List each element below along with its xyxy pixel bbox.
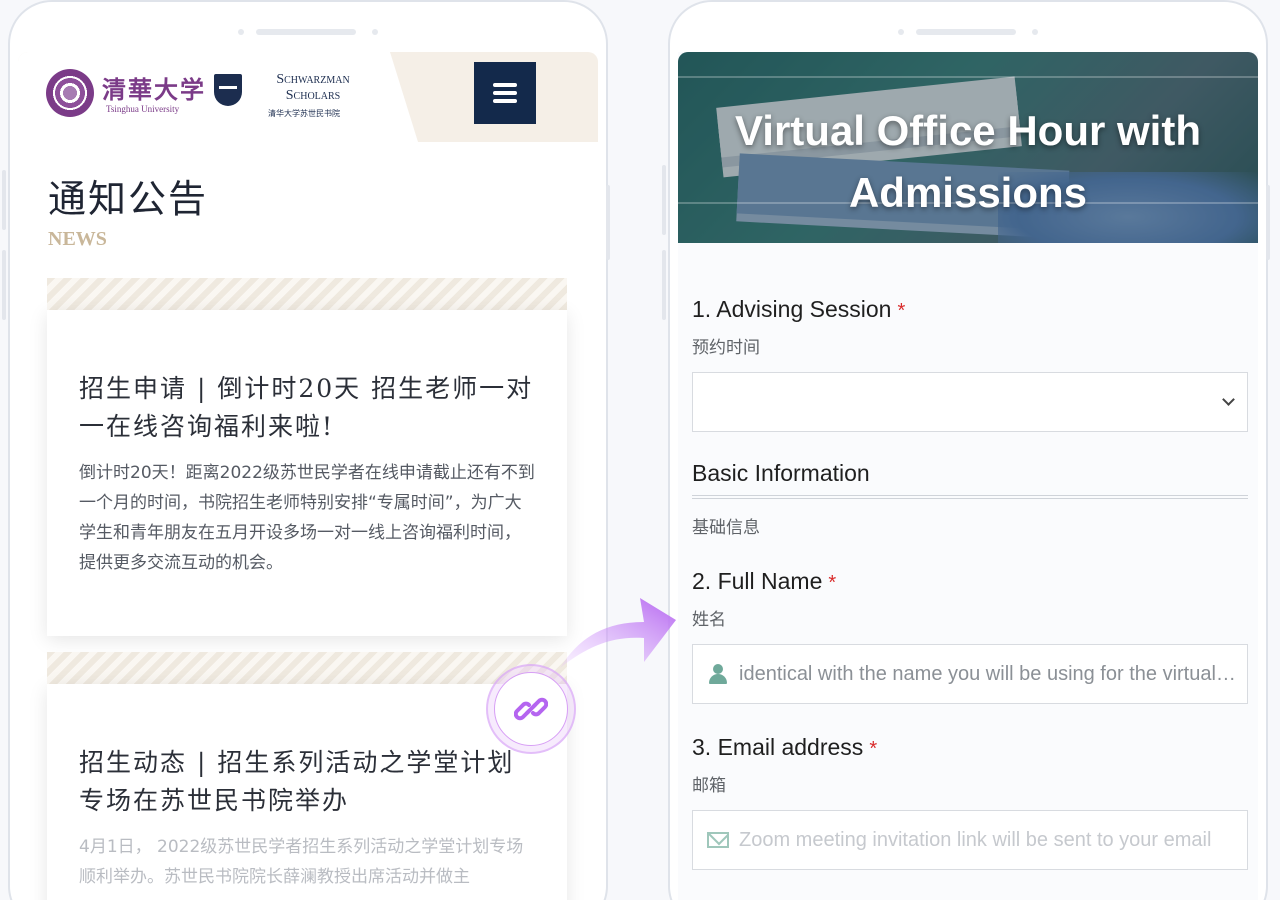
question-sublabel: 邮箱	[692, 776, 726, 795]
news-card[interactable]: 招生申请 | 倒计时20天 招生老师一对一在线咨询福利来啦! 倒计时20天！距离…	[47, 310, 567, 636]
link-icon	[514, 697, 548, 721]
full-name-placeholder: identical with the name you will be usin…	[739, 662, 1247, 685]
tsinghua-logo-text: 清華大学	[102, 75, 206, 104]
chevron-down-icon	[1222, 393, 1235, 406]
tsinghua-logo-english: Tsinghua University	[106, 104, 180, 114]
required-marker: *	[828, 572, 837, 594]
question-label: 1. Advising Session *	[692, 296, 906, 322]
news-card-title[interactable]: 招生申请 | 倒计时20天 招生老师一对一在线咨询福利来啦!	[79, 370, 535, 446]
question-label: 2. Full Name *	[692, 568, 837, 594]
site-header: 清華大学 Tsinghua University Schwarzman Scho…	[18, 52, 598, 142]
section-divider	[692, 495, 1248, 499]
tsinghua-seal-logo	[46, 69, 94, 117]
required-marker: *	[869, 738, 878, 760]
phone-side-button	[2, 170, 6, 230]
phone-side-button	[662, 165, 666, 235]
phone-side-button	[662, 250, 666, 320]
required-marker: *	[897, 300, 906, 322]
news-card-excerpt: 倒计时20天！距离2022级苏世民学者在线申请截止还有不到一个月的时间，书院招生…	[79, 463, 535, 573]
registration-form: 1. Advising Session * 预约时间 Basic Informat…	[692, 296, 1248, 870]
email-placeholder: Zoom meeting invitation link will be sen…	[739, 828, 1212, 851]
phone-side-button	[1266, 185, 1270, 260]
menu-button[interactable]	[474, 62, 536, 124]
user-icon	[707, 663, 729, 685]
form-title: Virtual Office Hour with Admissions	[735, 107, 1201, 216]
news-screen: 清華大学 Tsinghua University Schwarzman Scho…	[18, 52, 598, 900]
full-name-input[interactable]: identical with the name you will be usin…	[692, 644, 1248, 704]
question-label: 3. Email address *	[692, 734, 878, 760]
news-card-excerpt: 4月1日， 2022级苏世民学者招生系列活动之学堂计划专场顺利举办。苏世民书院院…	[79, 837, 524, 887]
form-banner: Virtual Office Hour with Admissions	[678, 52, 1258, 243]
section-title: Basic Information	[692, 460, 870, 486]
phone-notch	[238, 28, 378, 36]
page-subtitle: NEWS	[48, 228, 107, 250]
email-input[interactable]: Zoom meeting invitation link will be sen…	[692, 810, 1248, 870]
card-stripe-decoration	[47, 278, 567, 310]
advising-session-select[interactable]	[692, 372, 1248, 432]
page-title: 通知公告	[48, 177, 209, 221]
question-sublabel: 姓名	[692, 610, 726, 629]
question-sublabel: 预约时间	[692, 338, 760, 357]
phone-side-button	[2, 250, 6, 320]
envelope-icon	[707, 832, 729, 848]
link-badge	[486, 664, 576, 754]
schwarzman-logo-subtitle: 清华大学苏世民书院	[268, 109, 340, 118]
phone-notch	[898, 28, 1038, 36]
section-subtitle: 基础信息	[692, 518, 760, 537]
form-screen: Virtual Office Hour with Admissions 1. A…	[678, 52, 1258, 900]
hamburger-icon	[493, 83, 517, 87]
schwarzman-logo-text: Schwarzman Scholars	[276, 72, 350, 103]
phone-side-button	[606, 185, 610, 260]
news-card-title[interactable]: 招生动态 | 招生系列活动之学堂计划专场在苏世民书院举办	[79, 744, 535, 820]
schwarzman-shield-logo	[214, 74, 242, 106]
